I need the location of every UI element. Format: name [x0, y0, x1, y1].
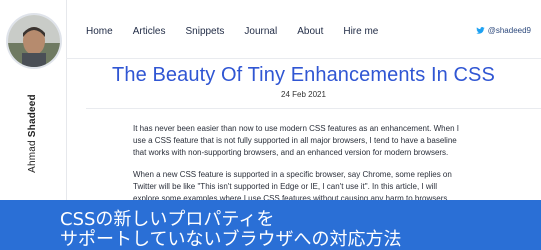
avatar[interactable] [8, 15, 60, 67]
nav-snippets[interactable]: Snippets [185, 26, 224, 37]
article-title: The Beauty Of Tiny Enhancements In CSS [112, 64, 495, 86]
twitter-icon [476, 27, 485, 34]
avatar-photo [8, 15, 60, 67]
nav-home[interactable]: Home [86, 26, 113, 37]
article-paragraph: It has never been easier than now to use… [133, 124, 459, 157]
twitter-link[interactable]: @shadeed9 [476, 26, 531, 35]
twitter-handle: @shadeed9 [487, 26, 531, 35]
author-last-name: Shadeed [26, 93, 38, 137]
banner-line-2: サポートしていないブラウザへの対応方法 [60, 229, 402, 250]
author-name-vertical: Ahmad Shadeed [22, 90, 42, 176]
article-date: 24 Feb 2021 [281, 90, 326, 99]
overlay-banner: CSSの新しいプロパティを サポートしていないブラウザへの対応方法 [0, 200, 541, 250]
banner-line-1: CSSの新しいプロパティを [60, 209, 275, 230]
author-first-name: Ahmad [26, 139, 38, 173]
nav-links: Home Articles Snippets Journal About Hir… [86, 26, 378, 37]
divider [86, 108, 541, 109]
nav-about[interactable]: About [297, 26, 323, 37]
top-navigation: Home Articles Snippets Journal About Hir… [66, 0, 541, 59]
nav-journal[interactable]: Journal [244, 26, 277, 37]
nav-articles[interactable]: Articles [133, 26, 166, 37]
nav-hire-me[interactable]: Hire me [343, 26, 378, 37]
